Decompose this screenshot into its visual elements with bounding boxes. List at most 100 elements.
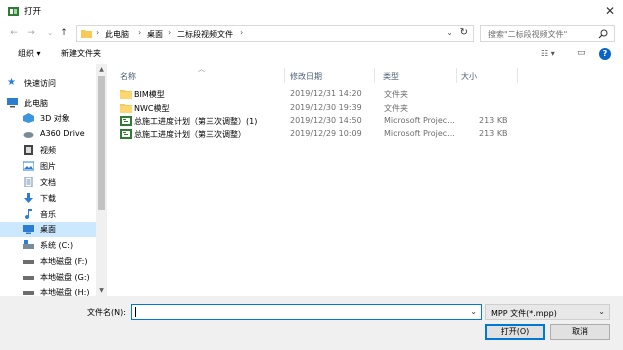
column-divider[interactable] bbox=[456, 68, 457, 83]
sidebar-item-music[interactable]: 音乐 bbox=[0, 207, 96, 222]
close-icon[interactable]: ✕ bbox=[601, 2, 619, 20]
search-icon[interactable] bbox=[598, 29, 608, 39]
sidebar-item-label: 此电脑 bbox=[24, 99, 48, 108]
column-divider[interactable] bbox=[374, 68, 375, 83]
organize-button[interactable]: 组织 ▾ bbox=[18, 48, 41, 59]
system-drive-icon bbox=[23, 240, 34, 249]
app-icon bbox=[8, 7, 19, 16]
file-date: 2019/12/31 14:20 bbox=[290, 89, 362, 98]
folder-icon bbox=[120, 90, 132, 99]
file-size: 213 KB bbox=[479, 116, 508, 125]
file-type: Microsoft Projec... bbox=[384, 116, 455, 125]
column-header-size[interactable]: 大小 bbox=[461, 71, 477, 82]
computer-icon bbox=[7, 98, 18, 108]
refresh-icon[interactable]: ↻ bbox=[460, 27, 468, 38]
column-divider[interactable] bbox=[284, 68, 285, 83]
sidebar-item-local-disk-g[interactable]: 本地磁盘 (G:) bbox=[0, 270, 96, 285]
column-header-type[interactable]: 类型 bbox=[383, 71, 399, 82]
dialog-footer: 文件名(N): ⌄ MPP 文件(*.mpp) ⌄ 打开(O) 取消 bbox=[0, 296, 623, 350]
sidebar-item-quick-access[interactable]: ★ 快速访问 bbox=[0, 76, 80, 91]
folder-icon bbox=[81, 30, 92, 38]
sidebar-item-downloads[interactable]: 下载 bbox=[0, 191, 96, 206]
open-button[interactable]: 打开(O) bbox=[485, 324, 545, 340]
breadcrumb-desktop[interactable]: 桌面 bbox=[147, 29, 163, 40]
list-item[interactable]: 总施工进度计划（第三次调整） 2019/12/29 10:09 Microsof… bbox=[112, 127, 512, 141]
file-type: 文件夹 bbox=[384, 104, 408, 113]
sidebar-item-label: 文档 bbox=[40, 178, 56, 187]
file-name: NWC模型 bbox=[134, 104, 170, 113]
window-title: 打开 bbox=[24, 7, 42, 17]
filename-label: 文件名(N): bbox=[87, 308, 126, 317]
breadcrumb-this-pc[interactable]: 此电脑 bbox=[105, 29, 129, 40]
column-divider[interactable] bbox=[517, 68, 518, 83]
scrollbar-thumb[interactable] bbox=[98, 76, 105, 210]
sidebar-item-videos[interactable]: 视频 bbox=[0, 143, 96, 158]
drive-icon bbox=[23, 291, 34, 295]
breadcrumb-separator-icon: › bbox=[138, 28, 142, 37]
title-bar: 打开 ✕ bbox=[0, 0, 623, 22]
help-icon[interactable]: ? bbox=[599, 48, 611, 60]
preview-pane-icon[interactable]: ▭ bbox=[577, 48, 586, 59]
recent-locations-chevron-icon[interactable]: ⌄ bbox=[44, 26, 56, 40]
sidebar-item-a360-drive[interactable]: A360 Drive bbox=[0, 127, 96, 142]
breadcrumb-current-folder[interactable]: 二标段视频文件 bbox=[177, 29, 233, 40]
list-item[interactable]: 总施工进度计划（第三次调整）(1) 2019/12/30 14:50 Micro… bbox=[112, 114, 512, 128]
sidebar-item-documents[interactable]: 文档 bbox=[0, 175, 96, 190]
address-dropdown-icon[interactable]: ⌄ bbox=[446, 28, 453, 37]
folder-icon bbox=[120, 104, 132, 113]
breadcrumb-separator-icon: › bbox=[168, 28, 172, 37]
filename-field[interactable]: ⌄ bbox=[131, 304, 482, 320]
sidebar-item-desktop[interactable]: 桌面 bbox=[0, 222, 96, 237]
sidebar-item-system-c[interactable]: 系统 (C:) bbox=[0, 238, 96, 253]
back-arrow-icon[interactable]: ← bbox=[8, 26, 20, 40]
file-name: 总施工进度计划（第三次调整）(1) bbox=[134, 117, 258, 126]
view-options-icon[interactable]: ☷ ▾ bbox=[541, 48, 555, 59]
search-input[interactable]: 搜索"二标段视频文件" bbox=[480, 25, 615, 42]
scroll-down-icon[interactable]: ▼ bbox=[96, 287, 107, 294]
document-icon bbox=[24, 177, 33, 187]
file-size: 213 KB bbox=[479, 129, 508, 138]
desktop-icon bbox=[23, 225, 34, 234]
sidebar-item-local-disk-h[interactable]: 本地磁盘 (H:) bbox=[0, 285, 96, 296]
music-icon bbox=[25, 209, 32, 219]
drive-icon bbox=[23, 276, 34, 280]
sidebar-item-label: 本地磁盘 (F:) bbox=[40, 257, 88, 266]
cloud-drive-icon bbox=[23, 132, 34, 138]
scroll-up-icon[interactable]: ▲ bbox=[96, 66, 107, 73]
list-item[interactable]: NWC模型 2019/12/30 19:39 文件夹 bbox=[112, 101, 512, 115]
up-arrow-icon[interactable]: ↑ bbox=[58, 26, 70, 40]
sidebar-item-local-disk-f[interactable]: 本地磁盘 (F:) bbox=[0, 254, 96, 269]
file-name: 总施工进度计划（第三次调整） bbox=[134, 130, 246, 139]
breadcrumb-separator-icon: › bbox=[240, 28, 244, 37]
sidebar-item-label: 系统 (C:) bbox=[40, 241, 74, 250]
video-icon bbox=[24, 145, 33, 155]
drive-icon bbox=[23, 260, 34, 264]
file-date: 2019/12/29 10:09 bbox=[290, 129, 362, 138]
file-list: ︿ 名称 修改日期 类型 大小 BIM模型 2019/12/31 14:20 文… bbox=[112, 64, 617, 296]
forward-arrow-icon[interactable]: → bbox=[25, 26, 37, 40]
sidebar-item-3d-objects[interactable]: 3D 对象 bbox=[0, 111, 96, 126]
sort-ascending-icon: ︿ bbox=[198, 65, 205, 73]
command-toolbar: 组织 ▾ 新建文件夹 ☷ ▾ ▭ ? bbox=[0, 44, 623, 64]
sidebar-item-label: 音乐 bbox=[40, 210, 56, 219]
address-bar[interactable]: › 此电脑 › 桌面 › 二标段视频文件 › ⌄ ↻ bbox=[76, 25, 474, 42]
cancel-button[interactable]: 取消 bbox=[550, 324, 610, 340]
file-type: 文件夹 bbox=[384, 90, 408, 99]
file-date: 2019/12/30 14:50 bbox=[290, 116, 362, 125]
chevron-down-icon: ⌄ bbox=[598, 307, 605, 316]
sidebar-scrollbar[interactable]: ▲ ▼ bbox=[96, 64, 107, 296]
new-folder-button[interactable]: 新建文件夹 bbox=[61, 48, 101, 59]
filetype-select[interactable]: MPP 文件(*.mpp) ⌄ bbox=[485, 304, 610, 320]
sidebar-item-label: 视频 bbox=[40, 146, 56, 155]
sidebar-item-this-pc[interactable]: 此电脑 bbox=[0, 96, 80, 111]
download-icon bbox=[24, 193, 33, 203]
file-name: BIM模型 bbox=[134, 90, 165, 99]
breadcrumb-separator-icon: › bbox=[96, 28, 100, 37]
chevron-down-icon[interactable]: ⌄ bbox=[470, 307, 477, 316]
search-placeholder: 搜索"二标段视频文件" bbox=[488, 30, 568, 39]
column-header-date[interactable]: 修改日期 bbox=[290, 71, 322, 82]
pictures-icon bbox=[23, 161, 34, 171]
list-item[interactable]: BIM模型 2019/12/31 14:20 文件夹 bbox=[112, 87, 512, 101]
sidebar-item-pictures[interactable]: 图片 bbox=[0, 159, 96, 174]
column-header-name[interactable]: 名称 bbox=[120, 71, 136, 82]
